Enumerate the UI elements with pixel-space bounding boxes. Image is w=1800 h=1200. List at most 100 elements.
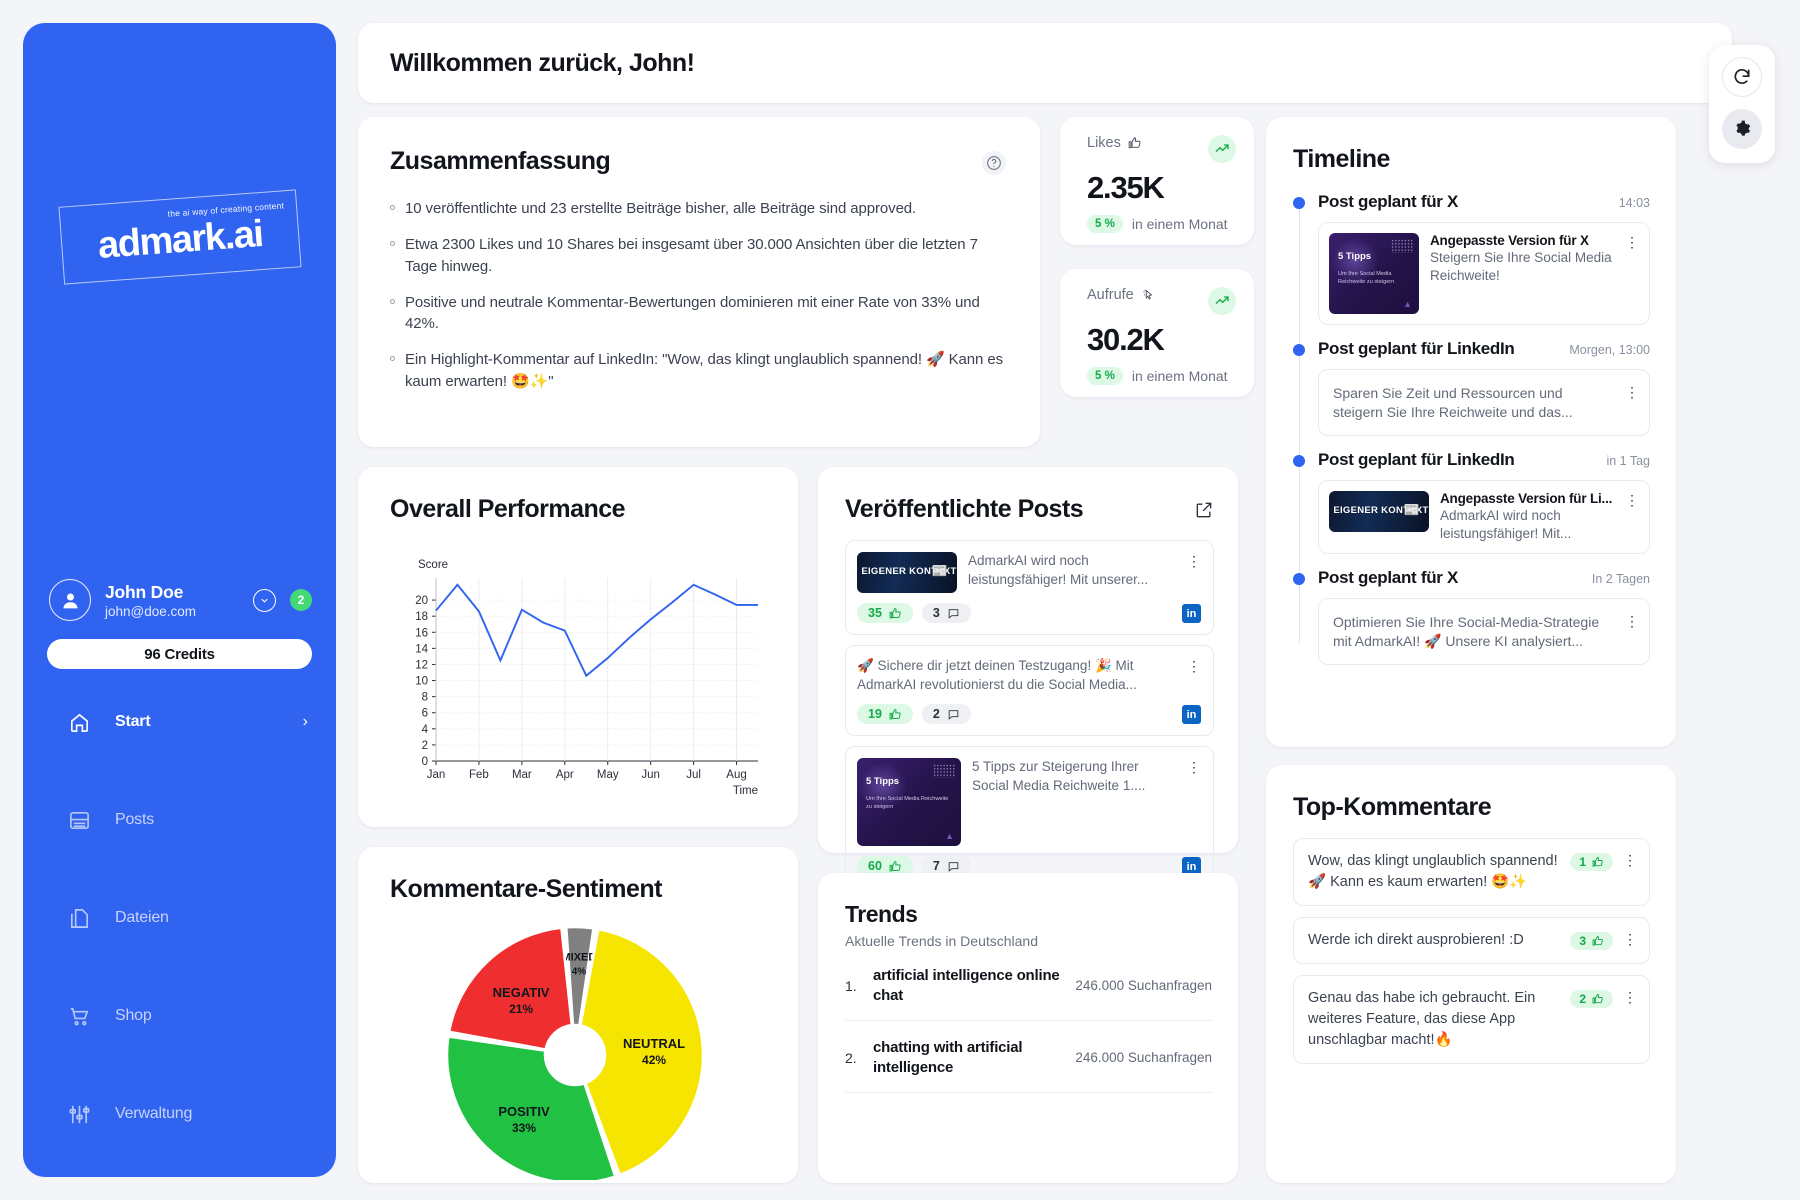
settings-button[interactable] [1722, 109, 1762, 149]
svg-text:42%: 42% [642, 1053, 666, 1067]
more-options-icon[interactable]: ⋮ [1625, 614, 1639, 628]
stat-card-likes: Likes 2.35K 5 % in einem Monat [1060, 117, 1254, 245]
sidebar-item-posts[interactable]: Posts [23, 797, 336, 843]
sidebar-item-label: Verwaltung [115, 1105, 193, 1122]
trend-row[interactable]: 1. artificial intelligence online chat 2… [845, 949, 1212, 1021]
post-title: Angepasste Version für Li... [1440, 490, 1613, 506]
post-item[interactable]: 🚀 Sichere dir jetzt deinen Testzugang! 🎉… [845, 645, 1214, 737]
post-item[interactable]: EIGENER KONTEXT 📰 AdmarkAI wird noch lei… [845, 540, 1214, 635]
gear-icon [1736, 120, 1751, 136]
summary-item: Ein Highlight-Kommentar auf LinkedIn: "W… [390, 349, 1006, 392]
post-body: Optimieren Sie Ihre Social-Media-Strateg… [1333, 614, 1600, 650]
avatar [49, 579, 91, 621]
post-body: Steigern Sie Ihre Social Media Reichweit… [1430, 250, 1612, 284]
sidebar-nav: Start › Posts Dateien Shop Verwaltung [23, 699, 336, 1177]
welcome-banner: Willkommen zurück, John! [358, 23, 1732, 103]
post-item[interactable]: 5 Tipps Um Ihre Social Media Reichweite … [845, 746, 1214, 889]
summary-item-text: Positive und neutrale Kommentar-Bewertun… [405, 293, 980, 333]
more-options-icon[interactable]: ⋮ [1187, 554, 1201, 568]
svg-text:14: 14 [415, 643, 428, 655]
refresh-button[interactable] [1722, 57, 1762, 97]
sliders-icon [67, 1102, 91, 1126]
more-options-icon[interactable]: ⋮ [1623, 990, 1637, 1004]
comment-item[interactable]: Wow, das klingt unglaublich spannend! 🚀 … [1293, 838, 1650, 907]
trend-row[interactable]: 2. chatting with artificial intelligence… [845, 1021, 1212, 1093]
trend-rank: 2. [845, 1049, 857, 1066]
timeline-item[interactable]: Post geplant für LinkedIn in 1 Tag EIGEN… [1293, 449, 1650, 555]
sentiment-title: Kommentare-Sentiment [390, 875, 663, 903]
chevron-down-icon [261, 598, 268, 603]
performance-title: Overall Performance [390, 495, 626, 523]
more-options-icon[interactable]: ⋮ [1623, 932, 1637, 946]
external-link-icon[interactable] [1194, 500, 1214, 520]
thumb-title: 5 Tipps [866, 776, 900, 788]
timeline-list: Post geplant für X 14:03 5 Tipps Um Ihre… [1293, 192, 1650, 665]
logo-frame: the ai way of creating content admark.ai [57, 189, 302, 285]
stat-change-badge: 5 % [1087, 215, 1123, 233]
svg-text:2: 2 [422, 740, 428, 752]
comment-pill: 3 [921, 603, 971, 623]
svg-text:18: 18 [415, 611, 428, 623]
trends-subtitle: Aktuelle Trends in Deutschland [845, 933, 1038, 949]
timeline-item-title: Post geplant für X [1318, 192, 1459, 211]
post-text: AdmarkAI wird noch leistungsfähiger! Mit… [968, 553, 1149, 587]
linkedin-icon: in [1182, 604, 1201, 623]
comment-item[interactable]: Genau das habe ich gebraucht. Ein weiter… [1293, 975, 1650, 1065]
stat-label: Likes [1087, 135, 1142, 151]
sidebar-item-shop[interactable]: Shop [23, 993, 336, 1039]
timeline-item[interactable]: Post geplant für X 14:03 5 Tipps Um Ihre… [1293, 192, 1650, 325]
comment-count: 3 [932, 606, 940, 620]
summary-item: 10 veröffentlichte und 23 erstellte Beit… [390, 198, 1006, 219]
summary-title: Zusammenfassung [390, 147, 611, 175]
more-options-icon[interactable]: ⋮ [1187, 760, 1201, 774]
logo: the ai way of creating content admark.ai [23, 189, 336, 285]
more-options-icon[interactable]: ⋮ [1625, 235, 1639, 249]
like-pill: 1 [1570, 853, 1613, 871]
page-title: Willkommen zurück, John! [390, 48, 695, 77]
more-options-icon[interactable]: ⋮ [1625, 493, 1639, 507]
summary-item: Positive und neutrale Kommentar-Bewertun… [390, 292, 1006, 335]
timeline-post-card[interactable]: Optimieren Sie Ihre Social-Media-Strateg… [1318, 598, 1650, 665]
sidebar-item-verwaltung[interactable]: Verwaltung [23, 1091, 336, 1137]
bullet-icon [390, 205, 395, 210]
svg-text:6: 6 [422, 708, 428, 720]
trend-name: chatting with artificial intelligence [873, 1039, 1023, 1076]
timeline-post-card[interactable]: EIGENER KONTEXT 📰 Angepasste Version für… [1318, 479, 1650, 555]
brand-mark-icon: ▲ [945, 831, 954, 842]
like-count: 60 [868, 859, 882, 874]
more-options-icon[interactable]: ⋮ [1187, 659, 1201, 673]
sidebar-item-start[interactable]: Start › [23, 699, 336, 745]
comment-count: 7 [932, 859, 940, 874]
sidebar: the ai way of creating content admark.ai… [23, 23, 336, 1177]
stat-label-text: Likes [1087, 135, 1121, 151]
stat-label: Aufrufe [1087, 287, 1155, 303]
notification-badge[interactable]: 2 [290, 589, 312, 611]
timeline-post-card[interactable]: 5 Tipps Um Ihre Social Media Reichweite … [1318, 222, 1650, 325]
svg-text:May: May [597, 769, 619, 781]
svg-text:NEGATIV: NEGATIV [493, 985, 550, 1000]
summary-item-text: 10 veröffentlichte und 23 erstellte Beit… [405, 200, 917, 217]
timeline-item-title: Post geplant für LinkedIn [1318, 449, 1515, 469]
profile-email: john@doe.com [105, 603, 197, 619]
post-text: 5 Tipps zur Steigerung Ihrer Social Medi… [972, 759, 1146, 793]
dashboard-root: the ai way of creating content admark.ai… [0, 0, 1800, 1200]
more-options-icon[interactable]: ⋮ [1623, 853, 1637, 867]
user-icon [63, 593, 77, 608]
stat-label-text: Aufrufe [1087, 287, 1134, 303]
question-circle-icon[interactable] [982, 151, 1006, 175]
svg-text:4: 4 [422, 724, 429, 736]
timeline-post-card[interactable]: Sparen Sie Zeit und Ressourcen und steig… [1318, 369, 1650, 436]
timeline-item[interactable]: Post geplant für X In 2 Tagen Optimieren… [1293, 568, 1650, 665]
timeline-item[interactable]: Post geplant für LinkedIn Morgen, 13:00 … [1293, 339, 1650, 436]
thumbs-up-icon [1592, 857, 1603, 867]
profile-dropdown-button[interactable] [253, 588, 276, 612]
svg-text:16: 16 [415, 627, 428, 639]
sidebar-item-dateien[interactable]: Dateien [23, 895, 336, 941]
comment-item[interactable]: Werde ich direkt ausprobieren! :D 3 ⋮ [1293, 917, 1650, 965]
trend-up-icon [1208, 135, 1236, 163]
post-text: 🚀 Sichere dir jetzt deinen Testzugang! 🎉… [857, 658, 1137, 692]
timeline-item-time: In 2 Tagen [1591, 572, 1650, 587]
credits-button[interactable]: 96 Credits [47, 639, 312, 669]
user-profile[interactable]: John Doe john@doe.com 2 [23, 579, 336, 621]
more-options-icon[interactable]: ⋮ [1625, 385, 1639, 399]
